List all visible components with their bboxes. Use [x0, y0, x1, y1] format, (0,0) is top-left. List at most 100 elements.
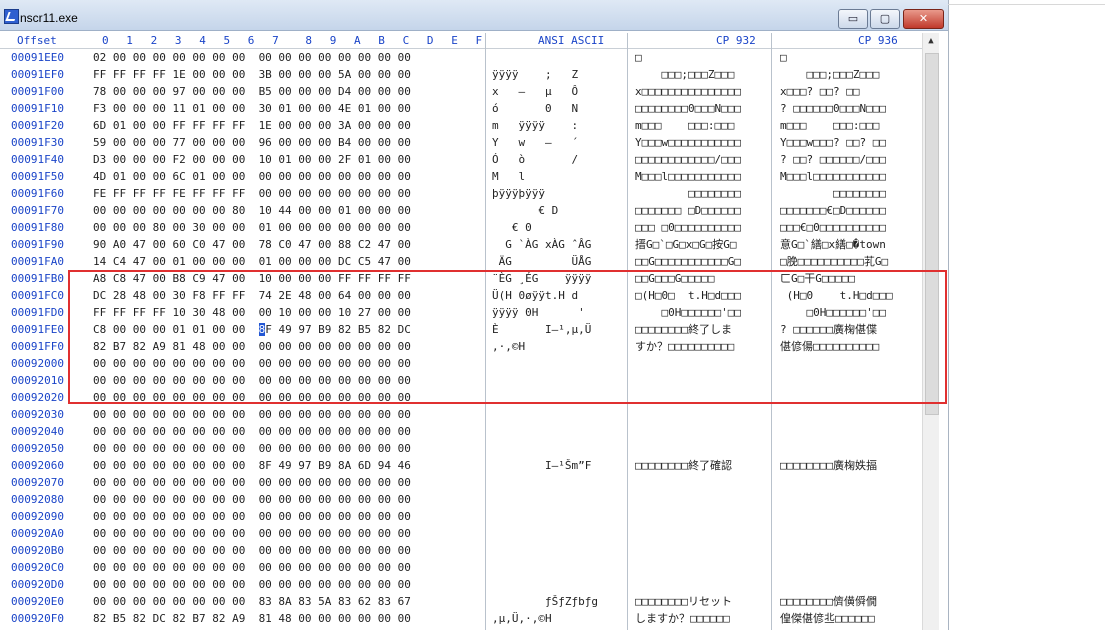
- row-hex-bytes[interactable]: 00 00 00 00 00 00 00 00 00 00 00 00 00 0…: [93, 474, 411, 491]
- row-ansi-text[interactable]: ÿÿÿÿ ; Z: [492, 66, 578, 83]
- row-hex-bytes[interactable]: 00 00 00 80 00 30 00 00 01 00 00 00 00 0…: [93, 219, 411, 236]
- row-ansi-text[interactable]: Y w – ´: [492, 134, 578, 151]
- hex-row[interactable]: 00092080 00 00 00 00 00 00 00 00 00 00 00…: [0, 491, 938, 508]
- row-cp932-text[interactable]: □□□;□□□Z□□□: [635, 66, 734, 83]
- row-ansi-text[interactable]: I–¹Šm”F: [492, 457, 591, 474]
- row-hex-bytes[interactable]: 00 00 00 00 00 00 00 00 8F 49 97 B9 8A 6…: [93, 457, 411, 474]
- hex-row[interactable]: 00091F00 78 00 00 00 97 00 00 00 B5 00 00…: [0, 83, 938, 100]
- row-hex-bytes[interactable]: 00 00 00 00 00 00 00 00 00 00 00 00 00 0…: [93, 576, 411, 593]
- row-cp932-text[interactable]: 搢G□`□G□x□G□按G□: [635, 236, 736, 253]
- row-cp936-text[interactable]: □□□€□0□□□□□□□□□□: [780, 219, 886, 236]
- row-cp932-text[interactable]: しますか？□□□□□□: [635, 610, 730, 627]
- row-cp932-text[interactable]: □□□□□□□□リセット: [635, 593, 732, 610]
- row-hex-bytes[interactable]: 59 00 00 00 77 00 00 00 96 00 00 00 B4 0…: [93, 134, 411, 151]
- hex-row[interactable]: 00092060 00 00 00 00 00 00 00 00 8F 49 97…: [0, 457, 938, 474]
- row-hex-bytes[interactable]: 6D 01 00 00 FF FF FF FF 1E 00 00 00 3A 0…: [93, 117, 411, 134]
- row-ansi-text[interactable]: € 0: [492, 219, 532, 236]
- minimize-button[interactable]: ▭: [838, 9, 868, 29]
- hex-row[interactable]: 00092030 00 00 00 00 00 00 00 00 00 00 00…: [0, 406, 938, 423]
- row-cp932-text[interactable]: M□□□l□□□□□□□□□□□: [635, 168, 741, 185]
- hex-row[interactable]: 000920D0 00 00 00 00 00 00 00 00 00 00 00…: [0, 576, 938, 593]
- row-ansi-text[interactable]: ÄG ÜÅG: [492, 253, 592, 270]
- row-cp932-text[interactable]: x□□□□□□□□□□□□□□□: [635, 83, 741, 100]
- row-cp936-text[interactable]: □□□□□□□€□D□□□□□□: [780, 202, 886, 219]
- row-hex-bytes[interactable]: 00 00 00 00 00 00 00 00 00 00 00 00 00 0…: [93, 491, 411, 508]
- row-hex-bytes[interactable]: D3 00 00 00 F2 00 00 00 10 01 00 00 2F 0…: [93, 151, 411, 168]
- hex-row[interactable]: 000920E0 00 00 00 00 00 00 00 00 83 8A 83…: [0, 593, 938, 610]
- hex-row[interactable]: 00091F40 D3 00 00 00 F2 00 00 00 10 01 00…: [0, 151, 938, 168]
- row-hex-bytes[interactable]: 82 B5 82 DC 82 B7 82 A9 81 48 00 00 00 0…: [93, 610, 411, 627]
- title-bar[interactable]: nscr11.exe ▭ ▢ ✕: [0, 0, 948, 31]
- row-cp932-text[interactable]: □□□□□□□□終了確認: [635, 457, 732, 474]
- hex-row[interactable]: 00092070 00 00 00 00 00 00 00 00 00 00 00…: [0, 474, 938, 491]
- row-cp936-text[interactable]: M□□□l□□□□□□□□□□□: [780, 168, 886, 185]
- row-hex-bytes[interactable]: FE FF FF FF FE FF FF FF 00 00 00 00 00 0…: [93, 185, 411, 202]
- hex-row[interactable]: 000920B0 00 00 00 00 00 00 00 00 00 00 00…: [0, 542, 938, 559]
- row-cp936-text[interactable]: Y□□□w□□□? □□? □□: [780, 134, 886, 151]
- row-cp932-text[interactable]: □□G□□□□□□□□□□□G□: [635, 253, 741, 270]
- row-hex-bytes[interactable]: FF FF FF FF 1E 00 00 00 3B 00 00 00 5A 0…: [93, 66, 411, 83]
- hex-row[interactable]: 00092050 00 00 00 00 00 00 00 00 00 00 00…: [0, 440, 938, 457]
- row-hex-bytes[interactable]: 14 C4 47 00 01 00 00 00 01 00 00 00 DC C…: [93, 253, 411, 270]
- row-ansi-text[interactable]: x — µ Ô: [492, 83, 578, 100]
- row-hex-bytes[interactable]: F3 00 00 00 11 01 00 00 30 01 00 00 4E 0…: [93, 100, 411, 117]
- row-cp936-text[interactable]: □□□□□□□□: [780, 185, 886, 202]
- maximize-button[interactable]: ▢: [870, 9, 900, 29]
- hex-row[interactable]: 00092040 00 00 00 00 00 00 00 00 00 00 00…: [0, 423, 938, 440]
- row-cp936-text[interactable]: 意G□`繕□x繕□�town: [780, 236, 886, 253]
- hex-row[interactable]: 000920A0 00 00 00 00 00 00 00 00 00 00 00…: [0, 525, 938, 542]
- row-cp936-text[interactable]: □□□;□□□Z□□□: [780, 66, 879, 83]
- row-cp936-text[interactable]: m□□□ □□□:□□□: [780, 117, 879, 134]
- row-cp932-text[interactable]: □□□□□□□□0□□□N□□□: [635, 100, 741, 117]
- hex-row[interactable]: 00091F70 00 00 00 00 00 00 00 80 10 44 00…: [0, 202, 938, 219]
- row-hex-bytes[interactable]: 02 00 00 00 00 00 00 00 00 00 00 00 00 0…: [93, 49, 411, 66]
- row-cp936-text[interactable]: □: [780, 49, 787, 66]
- row-hex-bytes[interactable]: 00 00 00 00 00 00 00 80 10 44 00 00 01 0…: [93, 202, 411, 219]
- hex-row[interactable]: 00091F80 00 00 00 80 00 30 00 00 01 00 00…: [0, 219, 938, 236]
- row-hex-bytes[interactable]: 00 00 00 00 00 00 00 00 00 00 00 00 00 0…: [93, 525, 411, 542]
- row-cp932-text[interactable]: □□□□□□□□□□□□/□□□: [635, 151, 741, 168]
- row-hex-bytes[interactable]: 00 00 00 00 00 00 00 00 00 00 00 00 00 0…: [93, 423, 411, 440]
- row-cp936-text[interactable]: □□□□□□□□廣椈妷揊: [780, 457, 877, 474]
- hex-row[interactable]: 00091EF0 FF FF FF FF 1E 00 00 00 3B 00 00…: [0, 66, 938, 83]
- row-cp936-text[interactable]: □脕□□□□□□□□□□芤G□: [780, 253, 888, 270]
- row-cp936-text[interactable]: □□□□□□□□儕僙僢僩: [780, 593, 877, 610]
- row-hex-bytes[interactable]: 00 00 00 00 00 00 00 00 00 00 00 00 00 0…: [93, 559, 411, 576]
- row-hex-bytes[interactable]: 00 00 00 00 00 00 00 00 83 8A 83 5A 83 6…: [93, 593, 411, 610]
- row-ansi-text[interactable]: ó 0 N: [492, 100, 578, 117]
- row-hex-bytes[interactable]: 00 00 00 00 00 00 00 00 00 00 00 00 00 0…: [93, 406, 411, 423]
- hex-row[interactable]: 00091F50 4D 01 00 00 6C 01 00 00 00 00 00…: [0, 168, 938, 185]
- row-hex-bytes[interactable]: 00 00 00 00 00 00 00 00 00 00 00 00 00 0…: [93, 542, 411, 559]
- row-cp936-text[interactable]: x□□□? □□? □□: [780, 83, 859, 100]
- row-hex-bytes[interactable]: 4D 01 00 00 6C 01 00 00 00 00 00 00 00 0…: [93, 168, 411, 185]
- row-ansi-text[interactable]: ƒŠƒZƒbƒg: [492, 593, 598, 610]
- hex-row[interactable]: 00091F20 6D 01 00 00 FF FF FF FF 1E 00 00…: [0, 117, 938, 134]
- hex-row[interactable]: 00091F60 FE FF FF FF FE FF FF FF 00 00 00…: [0, 185, 938, 202]
- row-hex-bytes[interactable]: 78 00 00 00 97 00 00 00 B5 00 00 00 D4 0…: [93, 83, 411, 100]
- row-ansi-text[interactable]: m ÿÿÿÿ :: [492, 117, 578, 134]
- row-cp932-text[interactable]: □□□ □0□□□□□□□□□□: [635, 219, 741, 236]
- row-cp932-text[interactable]: m□□□ □□□:□□□: [635, 117, 734, 134]
- row-hex-bytes[interactable]: 00 00 00 00 00 00 00 00 00 00 00 00 00 0…: [93, 440, 411, 457]
- row-cp936-text[interactable]: ? □□□□□□0□□□N□□□: [780, 100, 886, 117]
- row-ansi-text[interactable]: ‚µ‚Ü‚·‚©H: [492, 610, 552, 627]
- row-hex-bytes[interactable]: 00 00 00 00 00 00 00 00 00 00 00 00 00 0…: [93, 508, 411, 525]
- row-cp932-text[interactable]: Y□□□w□□□□□□□□□□□: [635, 134, 741, 151]
- row-cp936-text[interactable]: 偟傑偡偐丠□□□□□□: [780, 610, 875, 627]
- close-button[interactable]: ✕: [903, 9, 944, 29]
- hex-row[interactable]: 000920F0 82 B5 82 DC 82 B7 82 A9 81 48 00…: [0, 610, 938, 627]
- row-ansi-text[interactable]: G `ÀG xÀG ˆÂG: [492, 236, 591, 253]
- hex-row[interactable]: 00092090 00 00 00 00 00 00 00 00 00 00 00…: [0, 508, 938, 525]
- hex-row[interactable]: 000920C0 00 00 00 00 00 00 00 00 00 00 00…: [0, 559, 938, 576]
- hex-row[interactable]: 00091F30 59 00 00 00 77 00 00 00 96 00 00…: [0, 134, 938, 151]
- row-cp932-text[interactable]: □: [635, 49, 642, 66]
- hex-row[interactable]: 00091F90 90 A0 47 00 60 C0 47 00 78 C0 47…: [0, 236, 938, 253]
- hex-row[interactable]: 00091EE0 02 00 00 00 00 00 00 00 00 00 00…: [0, 49, 938, 66]
- row-cp932-text[interactable]: □□□□□□□□: [635, 185, 741, 202]
- row-ansi-text[interactable]: Ó ò /: [492, 151, 578, 168]
- row-hex-bytes[interactable]: 90 A0 47 00 60 C0 47 00 78 C0 47 00 88 C…: [93, 236, 411, 253]
- scroll-up-icon[interactable]: ▲: [923, 33, 939, 49]
- row-ansi-text[interactable]: þÿÿÿþÿÿÿ: [492, 185, 545, 202]
- row-ansi-text[interactable]: M l: [492, 168, 525, 185]
- hex-row[interactable]: 00091F10 F3 00 00 00 11 01 00 00 30 01 00…: [0, 100, 938, 117]
